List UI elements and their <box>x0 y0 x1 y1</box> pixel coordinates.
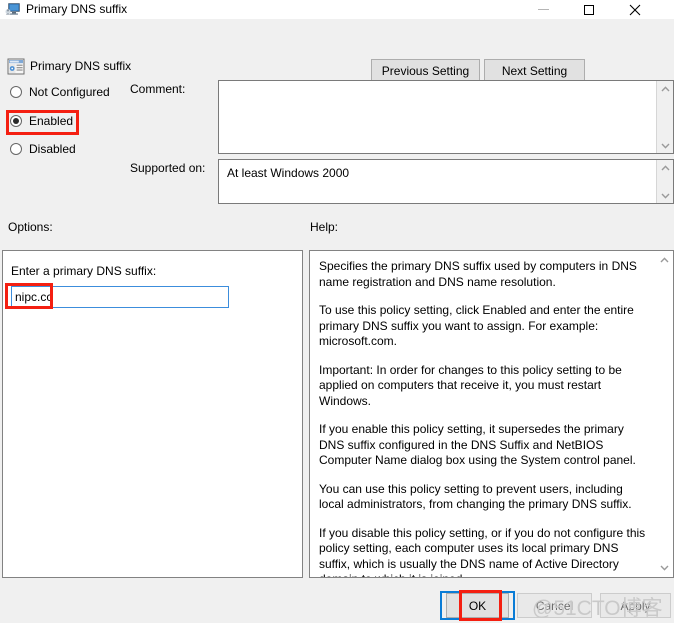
radio-enabled[interactable]: Enabled <box>10 114 73 128</box>
title-bar: Primary DNS suffix <box>0 0 674 19</box>
help-scrollbar[interactable] <box>656 252 672 576</box>
help-text-container: Specifies the primary DNS suffix used by… <box>310 251 656 577</box>
setting-title: Primary DNS suffix <box>30 59 132 73</box>
supported-on-value: At least Windows 2000 <box>227 166 350 180</box>
radio-disabled-indicator[interactable] <box>10 143 22 155</box>
supported-on-scrollbar[interactable] <box>656 160 673 203</box>
setting-header: Primary DNS suffix Previous Setting Next… <box>0 19 674 82</box>
maximize-icon <box>584 4 594 15</box>
supported-on-field: At least Windows 2000 <box>218 159 674 204</box>
radio-disabled[interactable]: Disabled <box>10 142 76 156</box>
scroll-up-icon[interactable] <box>656 252 672 268</box>
radio-enabled-label: Enabled <box>29 114 74 128</box>
radio-disabled-label: Disabled <box>29 142 76 156</box>
text-caret <box>51 289 52 305</box>
help-panel: Specifies the primary DNS suffix used by… <box>309 250 674 578</box>
close-icon <box>629 4 641 16</box>
scroll-down-icon[interactable] <box>657 188 673 203</box>
comment-scrollbar[interactable] <box>656 81 673 153</box>
group-policy-setting-dialog: Primary DNS suffix Primary DNS suffix Pr… <box>0 0 674 623</box>
comment-field[interactable] <box>218 80 674 154</box>
ok-button[interactable]: OK <box>446 593 509 618</box>
supported-on-label: Supported on: <box>130 161 206 175</box>
help-paragraph: To use this policy setting, click Enable… <box>319 303 634 348</box>
cancel-button[interactable]: Cancel <box>517 593 592 618</box>
apply-button[interactable]: Apply <box>600 593 671 618</box>
minimize-icon <box>537 9 549 10</box>
scroll-down-icon[interactable] <box>657 138 673 153</box>
help-paragraph: You can use this policy setting to preve… <box>319 481 632 512</box>
policy-setting-icon <box>7 58 25 75</box>
help-label: Help: <box>310 220 339 234</box>
minimize-button[interactable] <box>520 0 566 19</box>
scroll-up-icon[interactable] <box>657 81 673 96</box>
dns-suffix-input[interactable] <box>11 286 229 308</box>
radio-enabled-indicator[interactable] <box>10 115 22 127</box>
help-paragraph: If you disable this policy setting, or i… <box>319 525 646 578</box>
scroll-down-icon[interactable] <box>656 560 672 576</box>
help-paragraph: Specifies the primary DNS suffix used by… <box>319 259 637 289</box>
radio-not-configured[interactable]: Not Configured <box>10 85 110 99</box>
next-setting-button[interactable]: Next Setting <box>484 59 585 82</box>
options-panel: Enter a primary DNS suffix: <box>2 250 303 578</box>
previous-setting-button[interactable]: Previous Setting <box>371 59 480 82</box>
radio-not-configured-indicator[interactable] <box>10 86 22 98</box>
comment-label: Comment: <box>130 82 186 96</box>
options-label: Options: <box>8 220 53 234</box>
help-paragraph: Important: In order for changes to this … <box>319 362 622 408</box>
radio-not-configured-label: Not Configured <box>29 85 110 99</box>
help-paragraph: If you enable this policy setting, it su… <box>319 422 636 467</box>
computer-icon <box>5 2 21 17</box>
scroll-up-icon[interactable] <box>657 160 673 175</box>
close-button[interactable] <box>612 0 658 19</box>
window-title: Primary DNS suffix <box>26 2 128 16</box>
maximize-button[interactable] <box>566 0 612 19</box>
dns-suffix-label: Enter a primary DNS suffix: <box>11 264 157 278</box>
